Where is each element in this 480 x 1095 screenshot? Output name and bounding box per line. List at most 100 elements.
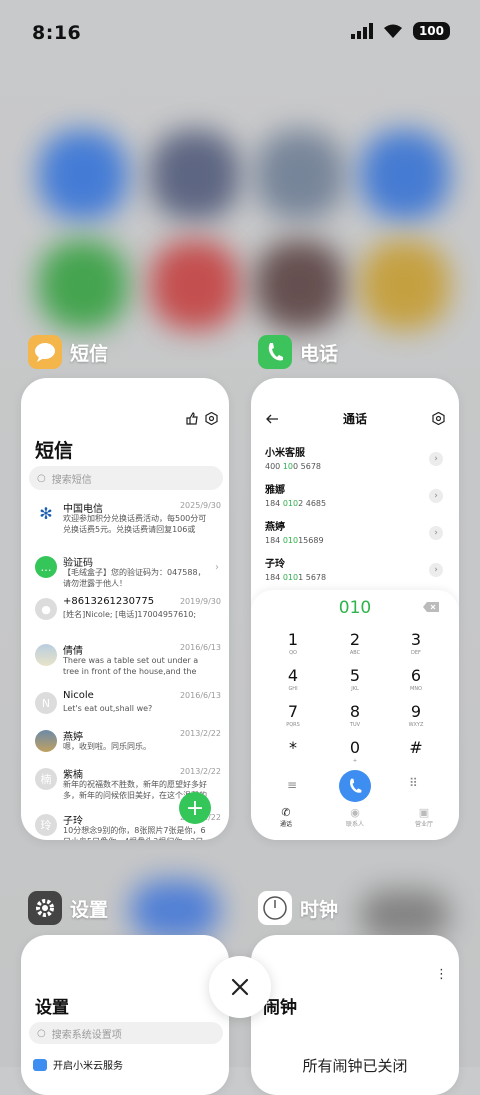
sms-page-title: 短信 — [35, 440, 74, 462]
number-prefix: 184 — [265, 573, 283, 582]
contact-row[interactable]: 子玲 184 0101 5678 › — [265, 555, 445, 591]
dial-key-digit: 2 — [349, 630, 361, 649]
dial-key-digit: 7 — [287, 702, 299, 721]
signal-icon — [350, 23, 373, 39]
number-suffix: 1 5678 — [298, 573, 327, 582]
grid-keypad-icon[interactable]: ⠿ — [409, 776, 418, 790]
settings-search-input[interactable]: ○ 搜索系统设置项 — [29, 1022, 223, 1044]
settings-page-title: 设置 — [35, 998, 69, 1018]
service-hall-tab-icon: ▣ — [418, 806, 430, 819]
menu-icon[interactable]: ≡ — [287, 778, 297, 792]
dial-key[interactable]: 3 DEF — [386, 630, 446, 664]
settings-app-card[interactable]: 设置 ○ 搜索系统设置项 开启小米云服务 — [21, 935, 229, 1095]
chevron-right-icon[interactable]: › — [429, 489, 443, 503]
dial-key[interactable]: * — [263, 738, 323, 772]
chevron-right-icon[interactable]: › — [429, 526, 443, 540]
tab-service-hall[interactable]: ▣ 营业厅 — [394, 806, 454, 828]
sms-preview: 10分想念9别的你，8张照片7张是你，6只小鸟5只像你，4根骨头3根归你，2只看… — [63, 826, 206, 840]
phone-app-name: 电话 — [300, 342, 339, 365]
dial-key[interactable]: 9 WXYZ — [386, 702, 446, 736]
dial-key-digit: 6 — [410, 666, 422, 685]
dialpad: 010 1 QO 2 ABC 3 DEF 4 GHI 5 JKL 6 MNO 7 PQRS 8 TUV 9 WXY… — [251, 590, 459, 840]
search-icon: ○ — [37, 1027, 46, 1039]
dial-key[interactable]: 4 GHI — [263, 666, 323, 700]
clock-time: 8:16 — [32, 22, 82, 44]
clock-app-card[interactable]: ⋮ 闹钟 所有闹钟已关闭 — [251, 935, 459, 1095]
settings-search-placeholder: 搜索系统设置项 — [51, 1029, 122, 1041]
sms-date: 2013/2/22 — [179, 729, 221, 738]
dial-key-letters: PQRS — [286, 722, 300, 728]
dial-key[interactable]: 6 MNO — [386, 666, 446, 700]
settings-gear-icon[interactable] — [205, 412, 218, 425]
mark-read-icon[interactable] — [186, 412, 198, 425]
dial-key[interactable]: 0 + — [325, 738, 385, 772]
contact-avatar: ● — [35, 598, 57, 620]
dial-key-letters: + — [352, 758, 358, 764]
contact-row[interactable]: 燕婷 184 01015689 › — [265, 518, 445, 554]
dial-key-letters: ABC — [349, 650, 361, 656]
contact-row[interactable]: 雅娜 184 0102 4685 › — [265, 481, 445, 517]
settings-app-icon — [28, 891, 62, 925]
sms-sender-name: Nicole — [63, 690, 94, 701]
new-message-button[interactable]: + — [179, 792, 211, 824]
sms-date: 2019/9/30 — [179, 597, 221, 606]
tab-calls-label: 通话 — [279, 821, 292, 828]
sms-preview: Let's eat out,shall we? — [63, 704, 153, 713]
chevron-right-icon[interactable]: › — [429, 452, 443, 466]
sms-conversation-item[interactable]: 倩倩 2016/6/13 There was a table set out und… — [33, 642, 221, 686]
dial-key[interactable]: 2 ABC — [325, 630, 385, 664]
sms-conversation-item[interactable]: ✻ 中国电信 2025/9/30 欢迎参加积分兑换话费活动，每500分可兑换话费5元。… — [33, 500, 221, 544]
dial-key[interactable]: 5 JKL — [325, 666, 385, 700]
dial-key-digit: 1 — [287, 630, 299, 649]
contact-number: 400 100 5678 — [265, 462, 445, 471]
status-bar: 8:16 100 — [0, 0, 480, 66]
clock-app-label[interactable]: 时钟 — [258, 891, 338, 925]
contacts-tab-icon: ◉ — [350, 806, 360, 819]
phone-app-card[interactable]: 通话 小米客服 400 100 5678 › 雅娜 184 0102 4685 › 燕婷 18… — [251, 378, 459, 840]
number-suffix: 15689 — [298, 536, 324, 545]
phone-app-label[interactable]: 电话 — [258, 335, 338, 369]
phone-settings-icon[interactable] — [432, 412, 445, 425]
dial-key-letters: MNO — [410, 686, 422, 692]
sms-preview: 欢迎参加积分兑换话费活动，每500分可兑换话费5元。兑换话费请回复106或jfd… — [63, 514, 207, 534]
number-prefix: 400 — [265, 462, 283, 471]
sms-search-input[interactable]: ○ 搜索短信 — [29, 466, 223, 490]
sms-app-card[interactable]: 短信 ○ 搜索短信 ✻ 中国电信 2025/9/30 欢迎参加积分兑换话费活动，每50… — [21, 378, 229, 840]
contact-name: 雅娜 — [265, 485, 285, 496]
mi-cloud-item[interactable]: 开启小米云服务 — [33, 1057, 123, 1072]
tab-calls[interactable]: ✆ 通话 — [256, 806, 316, 828]
chevron-right-icon[interactable]: › — [429, 563, 443, 577]
dial-key[interactable]: # — [386, 738, 446, 772]
backspace-icon[interactable] — [423, 602, 439, 612]
settings-app-label[interactable]: 设置 — [28, 891, 108, 925]
sms-app-label[interactable]: 短信 — [28, 335, 108, 369]
sms-app-name: 短信 — [70, 342, 109, 365]
dial-key-letters: DEF — [411, 650, 421, 656]
call-button[interactable] — [339, 770, 371, 802]
clear-all-button[interactable] — [209, 956, 271, 1018]
sms-date: 2016/6/13 — [179, 643, 221, 652]
mi-cloud-label: 开启小米云服务 — [53, 1061, 123, 1072]
dial-key[interactable]: 1 QO — [263, 630, 323, 664]
dial-key-digit: 3 — [410, 630, 422, 649]
sms-date: 2016/6/13 — [179, 691, 221, 700]
tab-contacts[interactable]: ◉ 联系人 — [325, 806, 385, 828]
sms-conversation-item[interactable]: … 验证码 【毛绒盒子】您的验证码为：047588，请勿泄露于他人！ › — [33, 554, 221, 598]
sms-app-icon — [28, 335, 62, 369]
more-options-icon[interactable]: ⋮ — [435, 967, 448, 982]
dial-key[interactable]: 8 TUV — [325, 702, 385, 736]
sms-preview: 【毛绒盒子】您的验证码为：047588，请勿泄露于他人！ — [63, 568, 206, 588]
settings-app-name: 设置 — [70, 898, 109, 921]
clock-empty-text: 所有闹钟已关闭 — [302, 1057, 408, 1075]
sms-conversation-item[interactable]: ● +8613261230775 2019/9/30 [姓名]Nicole; [电话]… — [33, 596, 221, 640]
battery-indicator: 100 — [412, 22, 450, 40]
tab-service-hall-label: 营业厅 — [414, 821, 433, 828]
contact-row[interactable]: 小米客服 400 100 5678 › — [265, 444, 445, 480]
number-suffix: 2 4685 — [298, 499, 327, 508]
dial-key-digit: 5 — [349, 666, 361, 685]
dial-key-digit: 0 — [349, 738, 361, 757]
clock-app-name: 时钟 — [300, 898, 339, 921]
contact-number: 184 0101 5678 — [265, 573, 445, 582]
dial-key[interactable]: 7 PQRS — [263, 702, 323, 736]
dial-key-letters: TUV — [349, 722, 361, 728]
